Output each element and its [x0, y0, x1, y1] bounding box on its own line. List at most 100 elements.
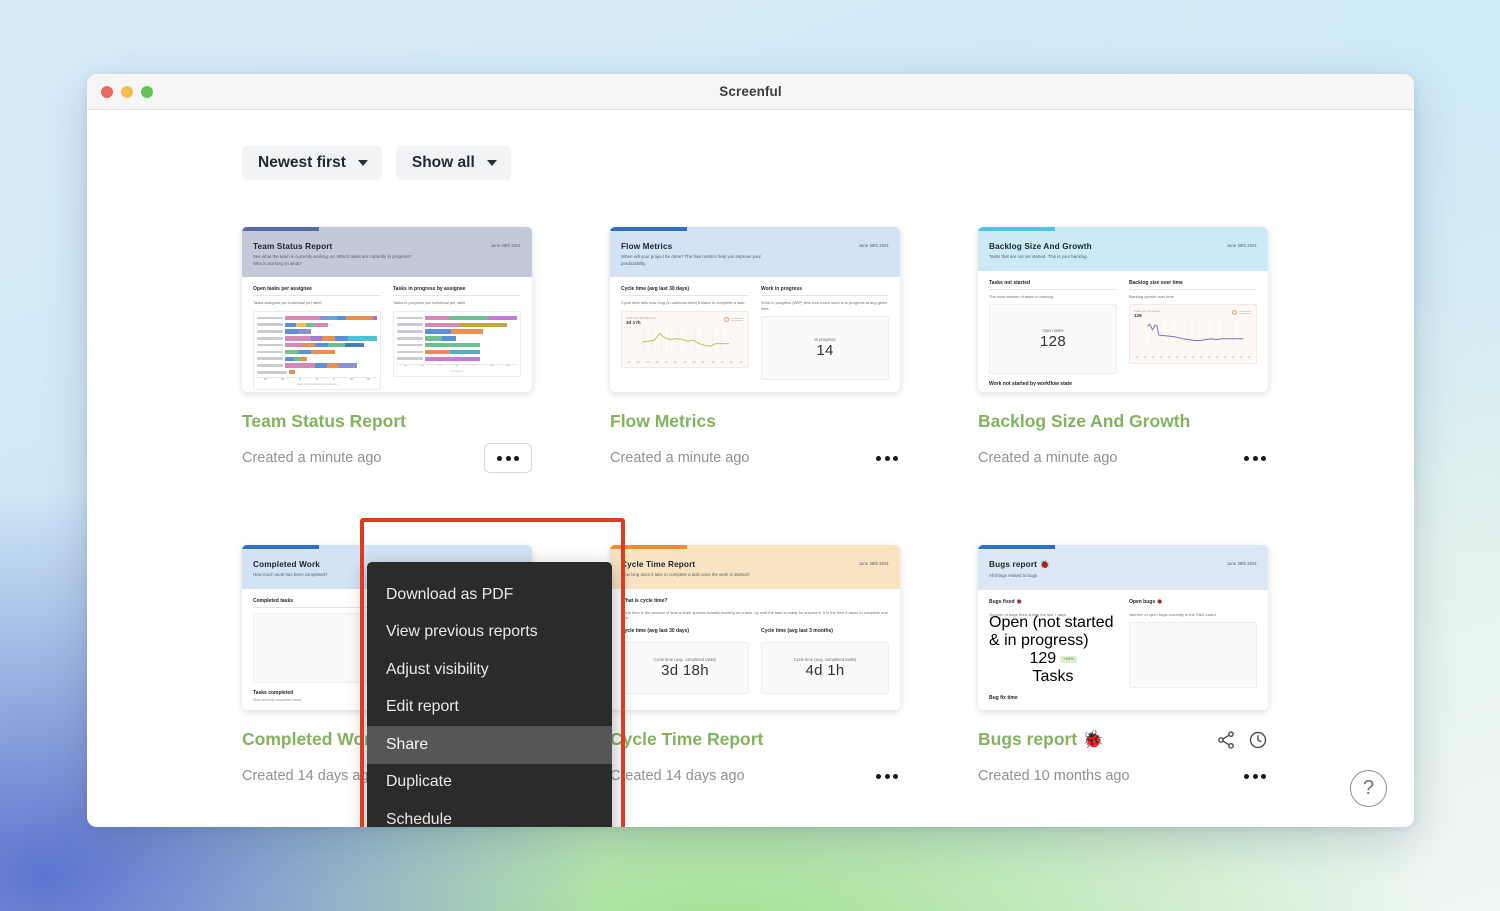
- report-meta: Created a minute ago: [242, 443, 532, 473]
- report-thumbnail[interactable]: Bugs report 🐞 All things related to bugs…: [978, 545, 1268, 710]
- report-menu-button[interactable]: [874, 770, 900, 783]
- report-thumbnail[interactable]: Cycle Time Report How long does it take …: [610, 545, 900, 710]
- context-menu-item-download-as-pdf[interactable]: Download as PDF: [367, 576, 612, 614]
- mini-bar-chart: In progress: [393, 310, 521, 377]
- thumbnail-body: Bugs fixed 🐞 Number of bugs fixed during…: [978, 590, 1268, 710]
- accent-stripe: [610, 545, 687, 549]
- metric-panel: Cycle time (avg, completed tasks) 3d 18h: [621, 641, 749, 694]
- thumbnail-title: Bugs report 🐞: [989, 560, 1050, 569]
- panel-subtitle: Tasks in progress per individual per lab…: [393, 300, 466, 306]
- thumbnail-title: Backlog Size And Growth: [989, 242, 1092, 251]
- metric-value: 14: [816, 342, 834, 360]
- thumbnail-header: Bugs report 🐞 All things related to bugs…: [978, 545, 1268, 590]
- accent-stripe: [978, 545, 1055, 549]
- metric-value: 3d 18h: [661, 661, 709, 679]
- report-title-link[interactable]: Flow Metrics: [610, 411, 900, 432]
- panel-title: What is cycle time?: [621, 597, 668, 604]
- report-title-link[interactable]: Cycle Time Report: [610, 729, 900, 750]
- context-menu-item-duplicate[interactable]: Duplicate: [367, 764, 612, 802]
- thumbnail-body: Cycle time (avg last 30 days) Cycle time…: [610, 277, 900, 389]
- thumbnail-body: Tasks not started The total number of ta…: [978, 271, 1268, 392]
- gear-icon: [1232, 310, 1237, 316]
- toolbar: Newest first Show all: [87, 110, 1414, 180]
- thumbnail-date: June 28th 2021: [1226, 561, 1257, 566]
- report-thumbnail[interactable]: Team Status Report See what the team is …: [242, 227, 532, 392]
- panel-subtitle: Tasks assigned per individual per label: [253, 300, 322, 306]
- report-thumbnail[interactable]: Backlog Size And Growth Tasks that are n…: [978, 227, 1268, 392]
- report-created-text: Created 14 days ago: [610, 768, 745, 784]
- filter-dropdown[interactable]: Show all: [395, 146, 511, 180]
- metric-label: Open (not started & in progress): [989, 614, 1114, 650]
- panel-title: Backlog size over time: [1129, 280, 1257, 290]
- report-title-link[interactable]: Team Status Report: [242, 411, 532, 432]
- panel-subtitle: Number of open bugs currently in the R&D…: [1129, 611, 1216, 617]
- filter-dropdown-label: Show all: [411, 154, 475, 171]
- accent-stripe: [978, 227, 1055, 231]
- thumbnail-date: June 29th 2021: [858, 243, 889, 248]
- report-title-link[interactable]: Bugs report 🐞: [978, 729, 1104, 750]
- thumbnail-subtitle: All things related to bugs: [989, 573, 1038, 578]
- thumbnail-header: Team Status Report See what the team is …: [242, 227, 532, 278]
- metric-panel: Open tasks 128: [989, 304, 1117, 375]
- context-menu-item-edit-report[interactable]: Edit report: [367, 689, 612, 727]
- context-menu-item-share[interactable]: Share: [367, 726, 612, 764]
- report-menu-button[interactable]: [484, 443, 532, 473]
- report-created-text: Created 14 days ago: [242, 768, 377, 784]
- panel-subtitle: Cycle time tells how long (in calendar t…: [621, 300, 746, 306]
- line-chart-svg: [642, 326, 730, 354]
- context-menu-item-adjust-visibility[interactable]: Adjust visibility: [367, 651, 612, 689]
- report-created-text: Created a minute ago: [242, 450, 382, 466]
- help-button[interactable]: ?: [1350, 770, 1387, 807]
- ladybug-icon: 🐞: [1082, 729, 1104, 749]
- report-meta: Created 14 days ago: [610, 766, 900, 786]
- mini-line-chart: Tasks not yet started 128: [1129, 304, 1257, 364]
- report-menu-button[interactable]: [874, 452, 900, 465]
- report-meta: Created a minute ago: [978, 448, 1268, 468]
- panel-subtitle: Backlog growth over time: [1129, 293, 1174, 299]
- thumbnail-subtitle: See what the team is currently working o…: [253, 254, 412, 266]
- context-menu-item-schedule[interactable]: Schedule: [367, 801, 612, 827]
- context-menu-item-label: Edit report: [386, 698, 459, 716]
- report-menu-button[interactable]: [1242, 770, 1268, 783]
- panel-title: Cycle time (avg last 3 months): [761, 627, 833, 634]
- app-window: Screenful Newest first Show all Team Sta…: [87, 74, 1414, 827]
- clock-icon[interactable]: [1248, 730, 1268, 750]
- metric-unit: Tasks: [1032, 668, 1074, 686]
- panel-title: Cycle time (avg last 30 days): [621, 627, 690, 634]
- gear-icon: [724, 316, 729, 322]
- panel-title: Open bugs 🐞: [1129, 598, 1163, 605]
- metric-panel: In progress 14: [761, 316, 889, 381]
- thumbnail-header: Backlog Size And Growth Tasks that are n…: [978, 227, 1268, 271]
- report-menu-button[interactable]: [1242, 452, 1268, 465]
- report-created-text: Created a minute ago: [978, 450, 1118, 466]
- chart-legend: [1232, 310, 1251, 316]
- report-context-menu[interactable]: Download as PDF View previous reports Ad…: [367, 562, 612, 827]
- app-content: Newest first Show all Team Status Report…: [87, 110, 1414, 827]
- chart-legend: [724, 316, 743, 322]
- report-icon-row: [1216, 730, 1268, 750]
- panel-subtitle: Cycle time is the amount of time a team …: [621, 609, 888, 621]
- window-title: Screenful: [719, 84, 782, 99]
- context-menu-item-view-previous-reports[interactable]: View previous reports: [367, 614, 612, 652]
- thumbnail-title: Team Status Report: [253, 242, 333, 251]
- metric-value: 4d 1h: [805, 661, 845, 679]
- report-title-text: Flow Metrics: [610, 411, 716, 431]
- chevron-down-icon: [357, 160, 368, 166]
- accent-stripe: [242, 545, 319, 549]
- thumbnail-subtitle: How long does it take to complete a task…: [621, 572, 750, 577]
- report-title-text: Cycle Time Report: [610, 729, 764, 749]
- panel-title: Work in progress: [761, 286, 889, 297]
- thumbnail-date: June 29th 2021: [1226, 243, 1257, 248]
- context-menu-item-label: View previous reports: [386, 623, 538, 641]
- accent-stripe: [242, 227, 319, 231]
- sort-dropdown[interactable]: Newest first: [242, 146, 382, 180]
- panel-subtitle: The total number of tasks in backlog.: [989, 293, 1055, 299]
- report-thumbnail[interactable]: Flow Metrics When will your project be d…: [610, 227, 900, 392]
- panel-title: Tasks in progress by assignee: [393, 286, 521, 297]
- report-title-row: Bugs report 🐞: [978, 729, 1268, 750]
- thumbnail-date: June 29th 2021: [490, 243, 521, 248]
- share-icon[interactable]: [1216, 730, 1236, 750]
- report-title-link[interactable]: Backlog Size And Growth: [978, 411, 1268, 432]
- thumbnail-body: What is cycle time? Cycle time is the am…: [610, 589, 900, 703]
- context-menu-item-label: Adjust visibility: [386, 660, 489, 678]
